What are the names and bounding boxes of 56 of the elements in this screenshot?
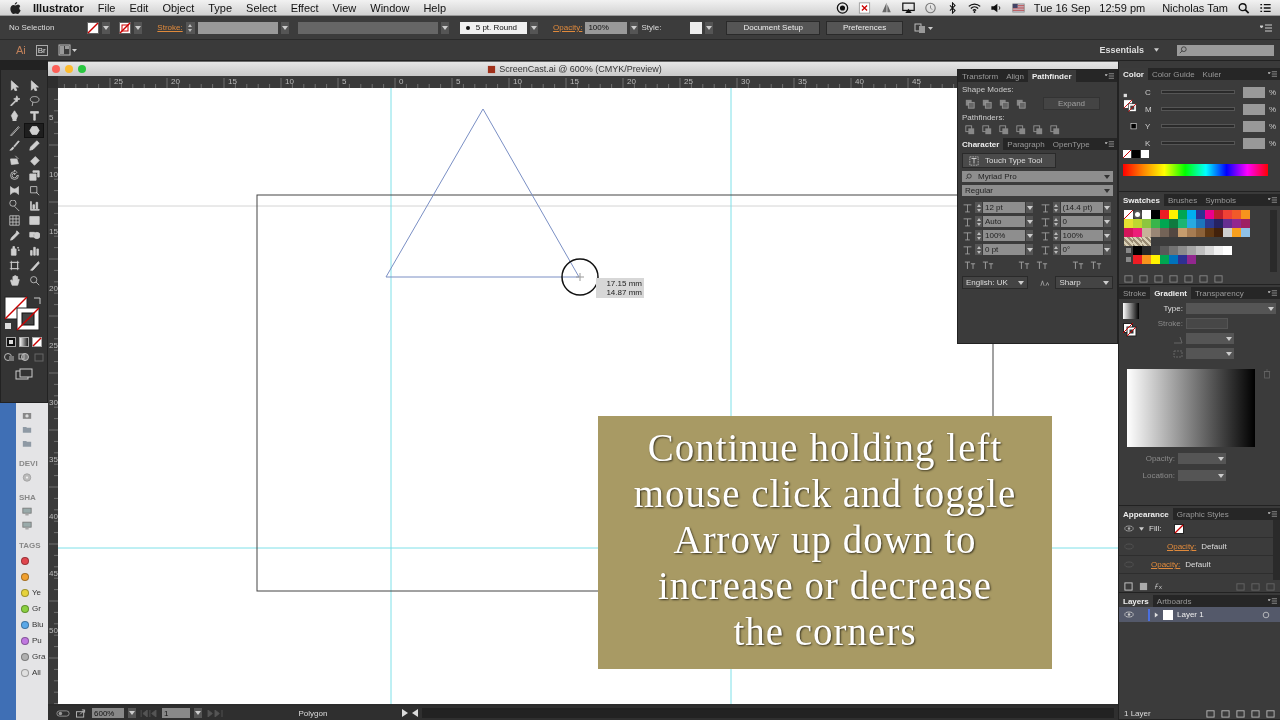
sidebar-heading: DEVI: [19, 459, 38, 468]
ruler-number: 40: [49, 512, 58, 521]
ruler-number: 45: [49, 569, 58, 578]
ruler-number: 25: [684, 77, 693, 86]
ruler-number: 25: [114, 77, 123, 86]
ruler-number: 5: [342, 77, 347, 86]
channel-label: M: [1144, 104, 1153, 114]
ruler-number: 35: [798, 77, 807, 86]
ruler-number: 15: [228, 77, 237, 86]
stroke-label: Stroke:: [1156, 319, 1183, 328]
ruler-number: 10: [513, 77, 522, 86]
opacity-value: Default: [1185, 560, 1211, 569]
ruler-number: 20: [627, 77, 636, 86]
ruler-number: 15: [49, 227, 58, 236]
percent-label: %: [1268, 87, 1276, 97]
type-label: Type:: [1162, 304, 1183, 313]
ruler-number: 30: [741, 77, 750, 86]
opacity-label: Opacity:: [1144, 454, 1175, 463]
ruler-number: 50: [49, 626, 58, 635]
channel-label: C: [1144, 87, 1152, 97]
measure-value: 14.87 mm: [606, 288, 642, 297]
selection-label: No Selection: [9, 23, 55, 32]
ruler-number: 5: [456, 77, 461, 86]
channel-label: K: [1144, 138, 1152, 148]
ruler-number: 25: [49, 341, 58, 350]
sidebar-heading: TAGS: [19, 541, 41, 550]
ruler-number: 10: [49, 170, 58, 179]
ruler-number: 10: [285, 77, 294, 86]
ruler-number: 0: [399, 77, 404, 86]
ruler-number: 15: [570, 77, 579, 86]
caption-text: Arrow up down to: [673, 516, 977, 563]
layer-count: 1 Layer: [1124, 708, 1151, 718]
ruler-number: 20: [171, 77, 180, 86]
ruler-number: 45: [912, 77, 921, 86]
percent-label: %: [1268, 138, 1276, 148]
app-logo: Ai: [16, 44, 26, 56]
percent-label: %: [1268, 104, 1276, 114]
location-label: Location:: [1141, 471, 1175, 480]
ruler-number: 30: [49, 398, 58, 407]
ruler-number: 40: [855, 77, 864, 86]
style-label: Style:: [641, 23, 662, 32]
caption-text: mouse click and toggle: [633, 470, 1017, 517]
ruler-number: 5: [49, 113, 54, 122]
ruler-number: 35: [49, 455, 58, 464]
percent-label: %: [1268, 121, 1276, 131]
shape-modes-label: Shape Modes:: [962, 85, 1015, 94]
window-title: ScreenCast.ai @ 600% (CMYK/Preview): [499, 64, 662, 74]
caption-text: Continue holding left: [647, 424, 1003, 471]
ruler-number: 20: [49, 284, 58, 293]
measure-value: 17.15 mm: [606, 279, 642, 288]
channel-label: Y: [1144, 121, 1152, 131]
opacity-value: Default: [1201, 542, 1227, 551]
caption-text: increase or decrease: [658, 562, 992, 609]
sidebar-heading: SHA: [19, 493, 36, 502]
caption-text: the corners: [733, 608, 917, 655]
pathfinders-label: Pathfinders:: [962, 113, 1006, 122]
